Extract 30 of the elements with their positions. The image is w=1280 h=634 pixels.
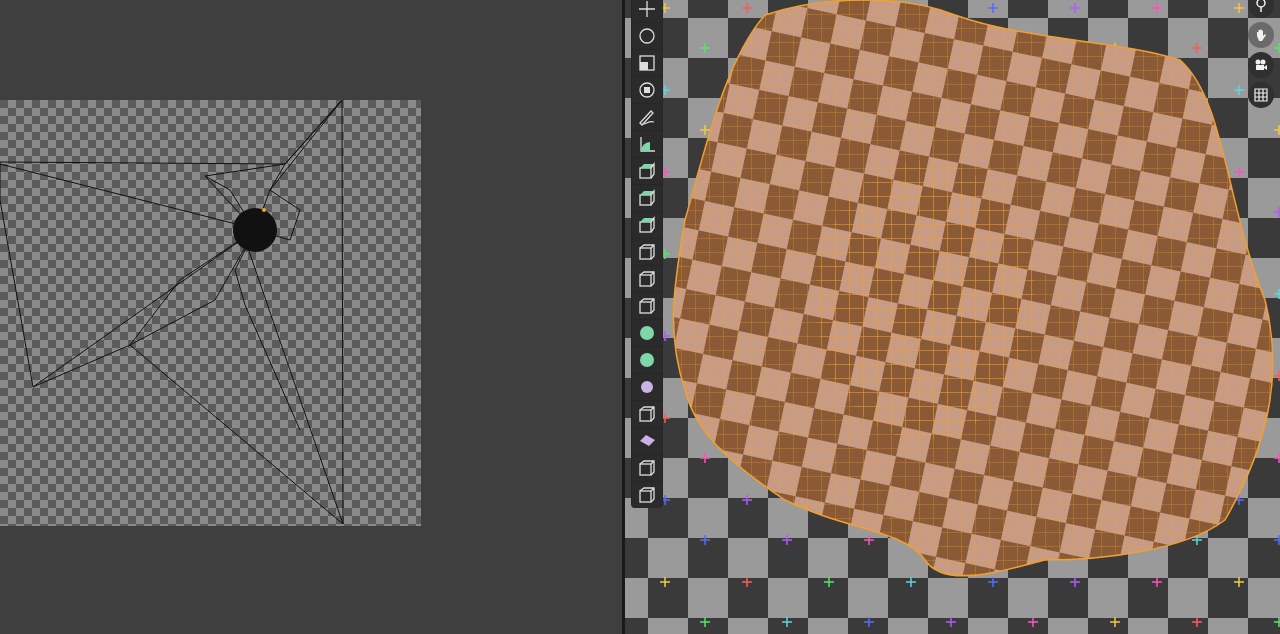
add-cube-tool-icon	[637, 161, 657, 181]
loop-cut-tool-button[interactable]	[632, 266, 662, 292]
rotate-tool-button[interactable]	[632, 23, 662, 49]
inset-tool-button[interactable]	[632, 212, 662, 238]
measure-tool-button[interactable]	[632, 131, 662, 157]
hand-icon	[1254, 28, 1268, 42]
annotate-tool-button[interactable]	[632, 104, 662, 130]
smooth-tool-button[interactable]	[632, 374, 662, 400]
poly-build-tool-button[interactable]	[632, 320, 662, 346]
scale-tool-icon	[637, 53, 657, 73]
camera-view-button[interactable]	[1248, 52, 1274, 78]
shrink-tool-button[interactable]	[632, 428, 662, 454]
rotate-tool-icon	[637, 26, 657, 46]
grid-icon	[1254, 88, 1268, 102]
measure-tool-icon	[637, 134, 657, 154]
spin-tool-button[interactable]	[632, 347, 662, 373]
rip-tool-button[interactable]	[632, 482, 662, 508]
edge-slide-tool-button[interactable]	[632, 401, 662, 427]
transform-tool-button[interactable]	[632, 77, 662, 103]
move-tool-icon	[637, 0, 657, 19]
camera-icon	[1254, 58, 1268, 72]
pan-view-button[interactable]	[1248, 22, 1274, 48]
move-tool-button[interactable]	[632, 0, 662, 22]
grid-view-button[interactable]	[1248, 82, 1274, 108]
knife-tool-button[interactable]	[632, 293, 662, 319]
scale-tool-button[interactable]	[632, 50, 662, 76]
bevel-tool-button[interactable]	[632, 239, 662, 265]
add-cube-tool-button[interactable]	[632, 158, 662, 184]
extrude-tool-button[interactable]	[632, 185, 662, 211]
shear-tool-button[interactable]	[632, 455, 662, 481]
